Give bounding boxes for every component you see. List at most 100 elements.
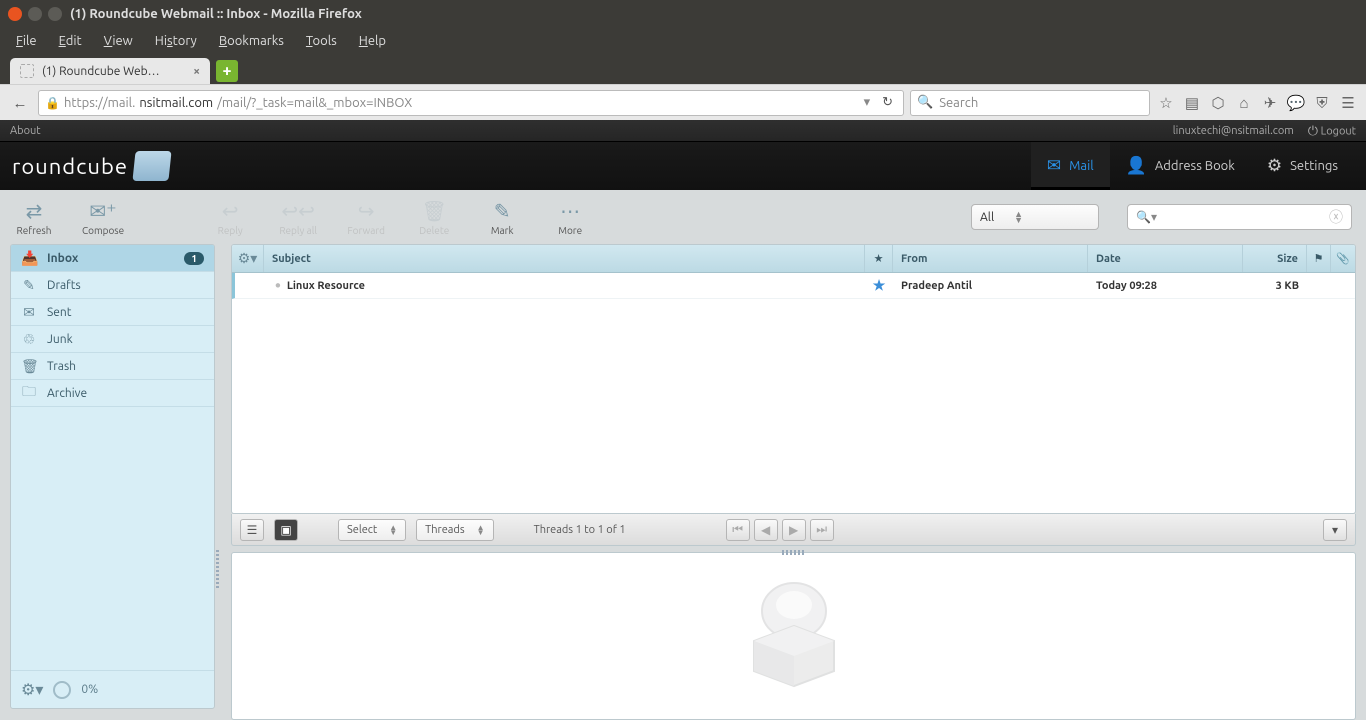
- nav-tab-mail[interactable]: ✉ Mail: [1031, 142, 1110, 190]
- forward-button: ↪Forward: [346, 199, 386, 236]
- message-list-footer: ☰ ▣ Select▲▼ Threads▲▼ Threads 1 to 1 of…: [231, 514, 1356, 546]
- menu-file[interactable]: File: [6, 31, 47, 51]
- new-tab-button[interactable]: +: [216, 60, 238, 82]
- folder-icon: 🗀: [21, 381, 37, 405]
- folder-sidebar: 📥Inbox1 ✎ Drafts ✉Sent♲Junk 🗑 Trash 🗀 Archive ⚙…: [10, 244, 215, 709]
- split-view-button[interactable]: ▣: [274, 519, 298, 541]
- window-title: (1) Roundcube Webmail :: Inbox - Mozilla…: [70, 7, 362, 21]
- col-star[interactable]: ★: [865, 245, 893, 272]
- filter-select[interactable]: All ▲▼: [971, 204, 1099, 230]
- pocket-icon[interactable]: ⬡: [1208, 93, 1228, 113]
- app-main: ⇄Refresh ✉⁺Compose ↩Reply ↩↩Reply all ↪F…: [0, 190, 1366, 720]
- col-size[interactable]: Size: [1243, 245, 1307, 272]
- menu-tools[interactable]: Tools: [296, 31, 347, 51]
- bookmarks-list-icon[interactable]: ▤: [1182, 93, 1202, 113]
- browser-tab-active[interactable]: (1) Roundcube Web… ×: [10, 58, 210, 84]
- col-from[interactable]: From: [893, 245, 1088, 272]
- folder-icon: 🗑: [21, 358, 37, 375]
- folder-trash[interactable]: 🗑 Trash: [11, 353, 214, 380]
- folder-label: Archive: [47, 387, 87, 400]
- lock-icon: 🔒: [45, 96, 60, 110]
- cube-icon: [132, 151, 171, 181]
- threads-dropdown[interactable]: Threads▲▼: [416, 519, 493, 541]
- url-bar[interactable]: 🔒 https://mail.nsitmail.com/mail/?_task=…: [38, 90, 904, 116]
- search-icon: 🔍: [917, 95, 933, 110]
- mark-icon: ✎: [494, 199, 511, 223]
- col-subject[interactable]: Subject: [264, 245, 865, 272]
- logout-link[interactable]: ⏻ Logout: [1308, 124, 1356, 139]
- nav-tab-settings[interactable]: ⚙ Settings: [1251, 142, 1354, 190]
- preview-toggle-button[interactable]: ▾: [1323, 519, 1347, 541]
- url-path: /mail/?_task=mail&_mbox=INBOX: [217, 96, 412, 110]
- chat-icon[interactable]: 💬: [1286, 93, 1306, 113]
- hamburger-menu-icon[interactable]: ☰: [1338, 93, 1358, 113]
- menu-history[interactable]: History: [145, 31, 207, 51]
- user-email: linuxtechi@nsitmail.com: [1173, 125, 1294, 137]
- page-next-button[interactable]: ▶: [782, 519, 806, 541]
- compose-icon: ✉⁺: [89, 199, 116, 223]
- person-icon: 👤: [1126, 156, 1147, 176]
- reload-icon[interactable]: ↻: [878, 95, 897, 110]
- folder-archive[interactable]: 🗀 Archive: [11, 380, 214, 407]
- tab-close-icon[interactable]: ×: [193, 65, 200, 78]
- list-preview-area: ⚙▾ Subject ★ From Date Size ⚑ 📎 •Linux R…: [231, 244, 1356, 720]
- folder-icon: ✎: [21, 277, 37, 294]
- mark-button[interactable]: ✎Mark: [482, 199, 522, 236]
- reply-icon: ↩: [222, 199, 239, 223]
- menu-bookmarks[interactable]: Bookmarks: [209, 31, 294, 51]
- browser-menubar: File Edit View History Bookmarks Tools H…: [0, 27, 1366, 54]
- refresh-icon: ⇄: [26, 199, 43, 223]
- list-options-button[interactable]: ⚙▾: [232, 245, 264, 272]
- send-icon[interactable]: ✈: [1260, 93, 1280, 113]
- folder-inbox[interactable]: 📥Inbox1: [11, 245, 214, 272]
- page-first-button[interactable]: ⏮: [726, 519, 750, 541]
- vertical-splitter[interactable]: [215, 550, 221, 590]
- message-list-pane: ⚙▾ Subject ★ From Date Size ⚑ 📎 •Linux R…: [231, 244, 1356, 514]
- msg-star[interactable]: ★: [865, 273, 893, 298]
- select-dropdown[interactable]: Select▲▼: [338, 519, 406, 541]
- folder-label: Trash: [47, 360, 76, 373]
- folder-junk[interactable]: ♲Junk: [11, 326, 214, 353]
- folder-sent[interactable]: ✉Sent: [11, 299, 214, 326]
- url-dropdown-icon[interactable]: ▾: [860, 95, 875, 110]
- window-titlebar: (1) Roundcube Webmail :: Inbox - Mozilla…: [0, 0, 1366, 27]
- nav-tab-addressbook[interactable]: 👤 Address Book: [1110, 142, 1251, 190]
- refresh-button[interactable]: ⇄Refresh: [14, 199, 54, 236]
- col-date[interactable]: Date: [1088, 245, 1243, 272]
- browser-search-bar[interactable]: 🔍 Search: [910, 90, 1150, 116]
- tab-label: (1) Roundcube Web…: [42, 65, 185, 78]
- about-link[interactable]: About: [10, 125, 41, 137]
- col-attachment[interactable]: 📎: [1331, 245, 1355, 272]
- shield-icon[interactable]: ⛨: [1312, 93, 1332, 113]
- folder-label: Drafts: [47, 279, 81, 292]
- app-topbar: About linuxtechi@nsitmail.com ⏻ Logout: [0, 120, 1366, 142]
- window-maximize-button[interactable]: [48, 7, 62, 21]
- mail-toolbar: ⇄Refresh ✉⁺Compose ↩Reply ↩↩Reply all ↪F…: [0, 190, 1366, 244]
- mail-search-input[interactable]: 🔍▾ ⓧ: [1127, 204, 1352, 230]
- clear-search-icon[interactable]: ⓧ: [1329, 207, 1343, 227]
- back-button[interactable]: ←: [8, 91, 32, 115]
- menu-edit[interactable]: Edit: [49, 31, 92, 51]
- menu-help[interactable]: Help: [349, 31, 396, 51]
- page-last-button[interactable]: ⏭: [810, 519, 834, 541]
- window-close-button[interactable]: [8, 7, 22, 21]
- reply-all-icon: ↩↩: [281, 199, 315, 223]
- col-flag[interactable]: ⚑: [1307, 245, 1331, 272]
- folder-label: Inbox: [47, 252, 78, 265]
- horizontal-splitter[interactable]: [782, 550, 806, 555]
- folder-drafts[interactable]: ✎ Drafts: [11, 272, 214, 299]
- msg-size: 3 KB: [1243, 273, 1307, 298]
- more-button[interactable]: ⋯More: [550, 199, 590, 236]
- message-row[interactable]: •Linux Resource★Pradeep AntilToday 09:28…: [232, 273, 1355, 299]
- window-minimize-button[interactable]: [28, 7, 42, 21]
- menu-view[interactable]: View: [94, 31, 143, 51]
- bookmark-star-icon[interactable]: ☆: [1156, 93, 1176, 113]
- home-icon[interactable]: ⌂: [1234, 93, 1254, 113]
- msg-from: Pradeep Antil: [893, 273, 1088, 298]
- page-prev-button[interactable]: ◀: [754, 519, 778, 541]
- tab-favicon: [20, 64, 34, 78]
- app-header: roundcube ✉ Mail 👤 Address Book ⚙ Settin…: [0, 142, 1366, 190]
- compose-button[interactable]: ✉⁺Compose: [82, 199, 124, 236]
- folder-options-button[interactable]: ⚙▾: [21, 680, 43, 699]
- list-view-button[interactable]: ☰: [240, 519, 264, 541]
